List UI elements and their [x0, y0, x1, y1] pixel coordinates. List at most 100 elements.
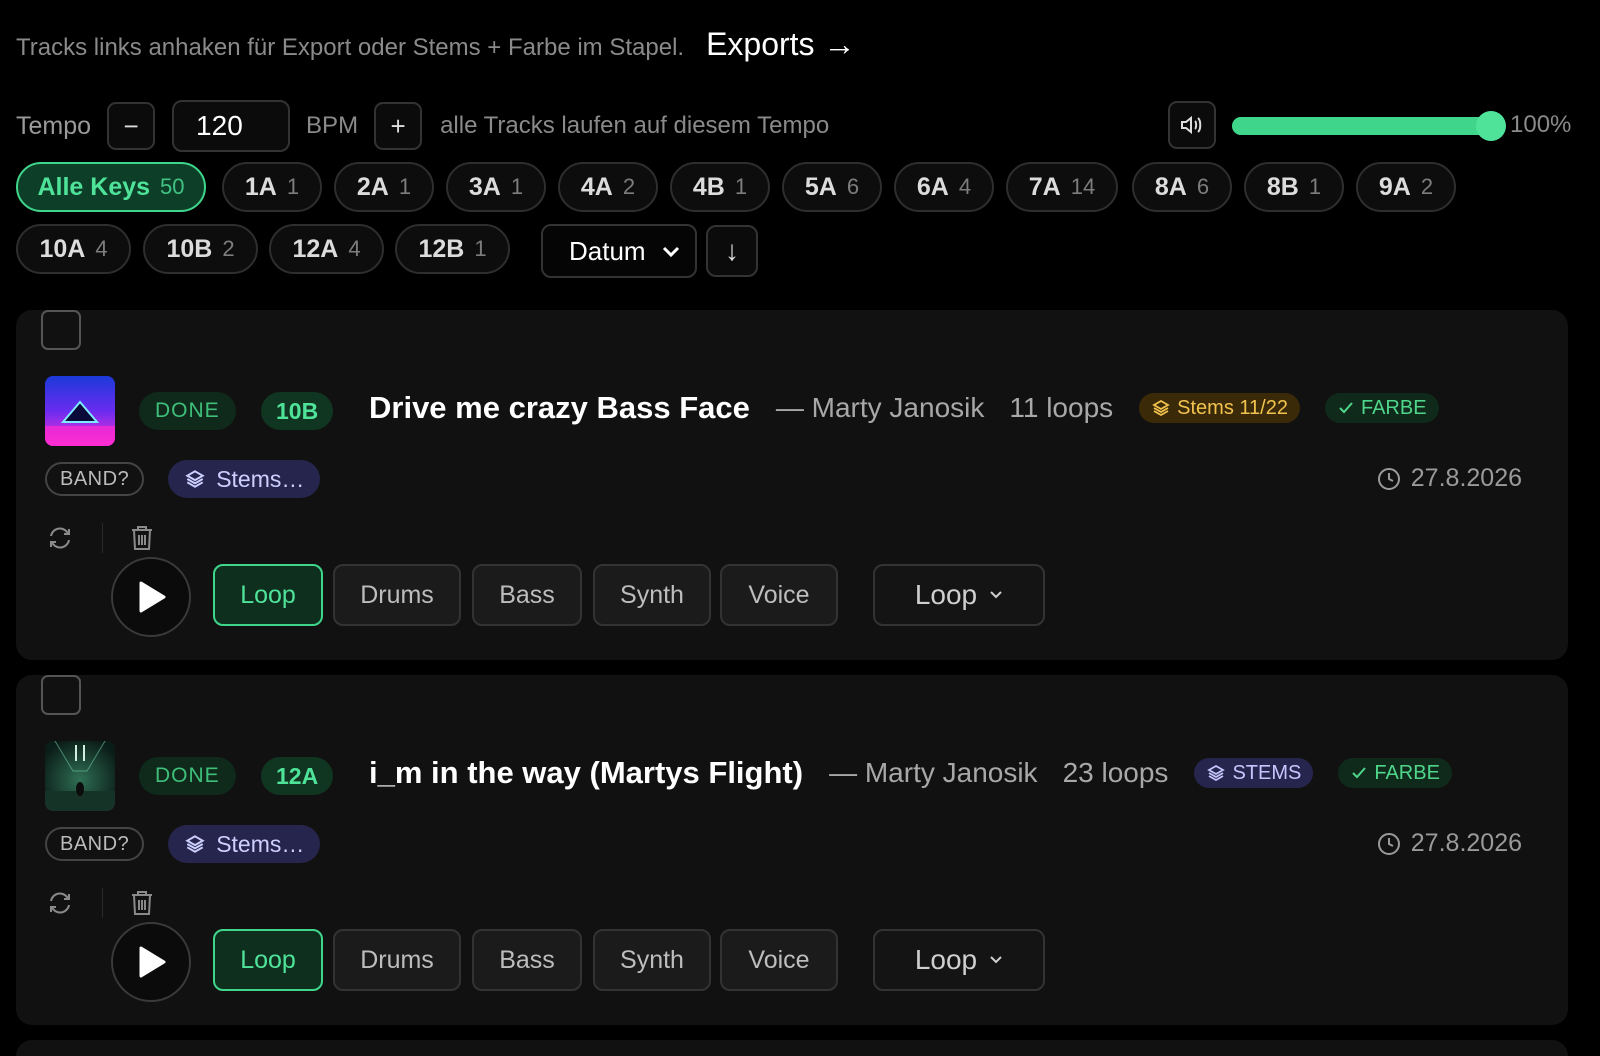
tempo-note: alle Tracks laufen auf diesem Tempo [440, 112, 830, 139]
stems-button[interactable]: Stems… [168, 460, 321, 498]
tempo-row: Tempo − BPM + alle Tracks laufen auf die… [16, 100, 1572, 152]
loop-select[interactable]: Loop [873, 564, 1045, 626]
track-title: Drive me crazy Bass Face [369, 390, 750, 425]
segment-drums[interactable]: Drums [333, 564, 461, 626]
bpm-input[interactable] [172, 100, 291, 152]
segment-bass[interactable]: Bass [472, 564, 582, 626]
track-date: 27.8.2026 [1377, 464, 1522, 493]
status-badge: DONE [139, 757, 236, 795]
key-chip-12b[interactable]: 12B 1 [395, 224, 510, 274]
segment-voice[interactable]: Voice [720, 929, 838, 991]
layers-icon [185, 835, 205, 853]
cover-image-1 [45, 376, 115, 446]
track-checkbox[interactable] [41, 675, 81, 715]
segment-synth[interactable]: Synth [593, 929, 711, 991]
track-tools [46, 523, 155, 553]
band-tag[interactable]: BAND? [45, 462, 145, 496]
stems-badge: Stems 11/22 [1139, 393, 1300, 423]
trash-icon[interactable] [129, 889, 155, 917]
track-tools [46, 888, 155, 918]
track-date: 27.8.2026 [1377, 829, 1522, 858]
tempo-label: Tempo [16, 111, 92, 140]
status-badge: DONE [139, 392, 236, 430]
tools-divider [102, 523, 103, 553]
key-chip-9a[interactable]: 9A 2 [1356, 162, 1456, 212]
sort-select-value: Datum [569, 235, 646, 266]
key-chip-7a[interactable]: 7A 14 [1006, 162, 1118, 212]
segment-loop[interactable]: Loop [213, 929, 323, 991]
band-tag[interactable]: BAND? [45, 827, 145, 861]
key-chip-4a[interactable]: 4A 2 [558, 162, 658, 212]
key-chip-all[interactable]: Alle Keys 50 [16, 162, 206, 212]
clock-icon [1377, 832, 1400, 855]
volume-slider-fill [1232, 117, 1498, 135]
clock-icon [1377, 467, 1400, 490]
volume-slider[interactable] [1232, 111, 1506, 141]
tools-divider [102, 888, 103, 918]
sort-direction-button[interactable]: ↓ [706, 225, 758, 277]
segment-loop[interactable]: Loop [213, 564, 323, 626]
farbe-badge: FARBE [1324, 393, 1439, 423]
tempo-decrease-button[interactable]: − [107, 102, 156, 150]
tempo-increase-button[interactable]: + [374, 102, 423, 150]
key-badge: 10B [261, 392, 334, 430]
header-hint: Tracks links anhaken für Export oder Ste… [16, 34, 685, 61]
check-icon [1339, 402, 1353, 414]
play-button[interactable] [111, 557, 191, 637]
layers-icon [1207, 764, 1226, 782]
refresh-icon[interactable] [46, 889, 74, 917]
key-chip-8b[interactable]: 8B 1 [1244, 162, 1344, 212]
chevron-down-icon [662, 246, 680, 258]
track-tags: BAND? Stems… [45, 460, 321, 498]
key-chip-12a[interactable]: 12A 4 [269, 224, 384, 274]
play-button[interactable] [111, 922, 191, 1002]
key-chip-1a[interactable]: 1A 1 [222, 162, 322, 212]
play-icon [139, 581, 166, 613]
track-title: i_m in the way (Martys Flight) [369, 755, 804, 790]
stems-button[interactable]: Stems… [168, 825, 321, 863]
key-badge: 12A [261, 757, 334, 795]
loop-select[interactable]: Loop [873, 929, 1045, 991]
track-checkbox[interactable] [41, 310, 81, 350]
refresh-icon[interactable] [46, 524, 74, 552]
track-title-line: Drive me crazy Bass Face — Marty Janosik… [369, 390, 1439, 426]
exports-link[interactable]: Exports → [706, 26, 855, 63]
key-chip-6a[interactable]: 6A 4 [894, 162, 994, 212]
chevron-down-icon [990, 591, 1002, 599]
track-card-partial [16, 1040, 1568, 1056]
track-title-line: i_m in the way (Martys Flight) — Marty J… [369, 755, 1452, 791]
check-icon [1352, 767, 1367, 779]
key-chip-2a[interactable]: 2A 1 [334, 162, 434, 212]
key-chip-4b[interactable]: 4B 1 [670, 162, 770, 212]
track-card: DONE 12A i_m in the way (Martys Flight) … [16, 675, 1568, 1025]
track-artist: — Marty Janosik [775, 392, 985, 423]
volume-value: 100% [1510, 111, 1572, 138]
speaker-icon [1181, 115, 1202, 135]
top-note: Tracks links anhaken für Export oder Ste… [16, 26, 855, 63]
farbe-badge: FARBE [1338, 758, 1452, 788]
volume-button[interactable] [1168, 101, 1216, 149]
segment-synth[interactable]: Synth [593, 564, 711, 626]
layers-icon [1152, 399, 1170, 417]
play-icon [139, 946, 166, 978]
sort-select[interactable]: Datum [541, 224, 697, 278]
key-chip-3a[interactable]: 3A 1 [446, 162, 546, 212]
stems-badge: STEMS [1194, 758, 1314, 788]
layers-icon [185, 470, 205, 488]
volume-slider-thumb[interactable] [1476, 111, 1506, 141]
segment-bass[interactable]: Bass [472, 929, 582, 991]
track-cover [45, 376, 115, 446]
key-chip-5a[interactable]: 5A 6 [782, 162, 882, 212]
track-loops: 11 loops [1009, 392, 1114, 423]
segment-voice[interactable]: Voice [720, 564, 838, 626]
track-card: DONE 10B Drive me crazy Bass Face — Mart… [16, 310, 1568, 660]
key-chip-10a[interactable]: 10A 4 [16, 224, 131, 274]
track-tags: BAND? Stems… [45, 825, 321, 863]
trash-icon[interactable] [129, 524, 155, 552]
key-chip-8a[interactable]: 8A 6 [1132, 162, 1232, 212]
bpm-unit: BPM [306, 112, 359, 139]
track-cover [45, 741, 115, 811]
key-chip-10b[interactable]: 10B 2 [143, 224, 258, 274]
segment-drums[interactable]: Drums [333, 929, 461, 991]
chevron-down-icon [990, 956, 1002, 964]
